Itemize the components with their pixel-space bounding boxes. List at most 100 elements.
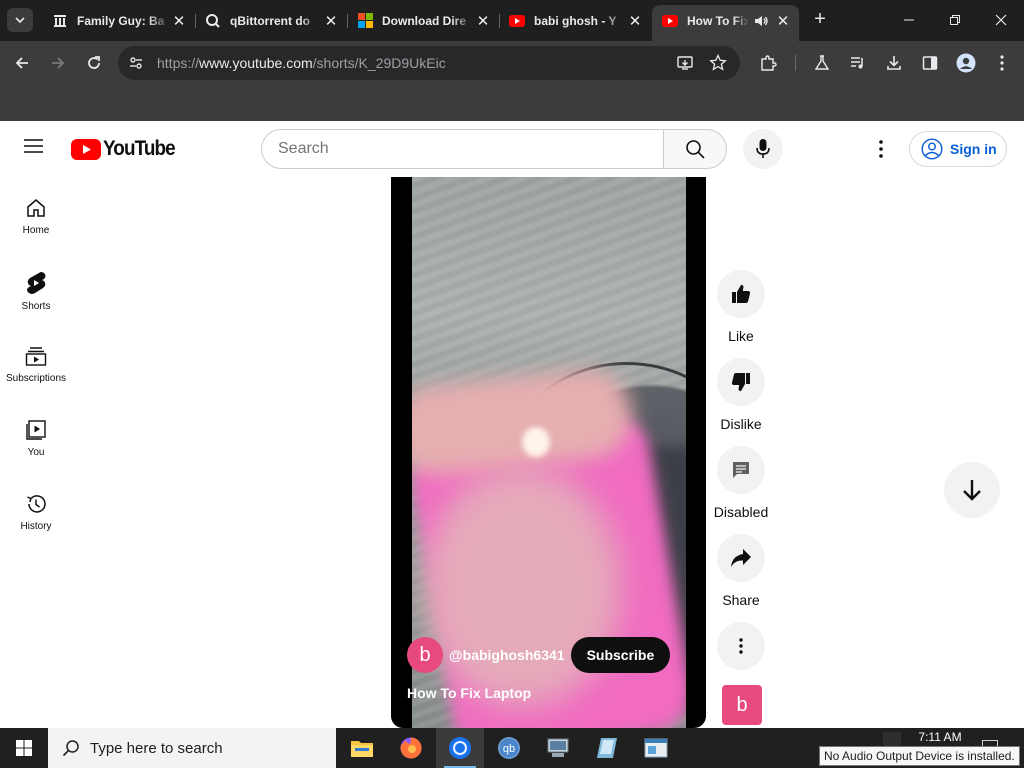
- labs-button[interactable]: [808, 49, 836, 77]
- flask-icon: [814, 55, 830, 70]
- share-button[interactable]: [717, 534, 765, 582]
- sidebar-item-label: Home: [22, 225, 50, 236]
- like-action: Like: [711, 270, 771, 344]
- speaker-icon[interactable]: [753, 13, 769, 29]
- channel-avatar[interactable]: b: [407, 637, 443, 673]
- extensions-button[interactable]: [754, 49, 782, 77]
- history-icon: [27, 495, 46, 513]
- share-action: Share: [711, 534, 771, 608]
- youtube-logo[interactable]: YouTube: [71, 137, 183, 161]
- taskbar-firefox[interactable]: [387, 728, 435, 768]
- arrow-right-icon: [52, 57, 65, 69]
- computer-icon: [547, 738, 569, 757]
- chevron-down-icon: [15, 17, 25, 24]
- search-icon: [62, 740, 79, 757]
- firefox-icon: [400, 737, 422, 759]
- sidebar-item-history[interactable]: History: [0, 473, 72, 547]
- media-controls-button[interactable]: [844, 49, 872, 77]
- new-tab-button[interactable]: +: [809, 8, 831, 32]
- side-panel-button[interactable]: [916, 49, 944, 77]
- system-clock[interactable]: 7:11 AM: [905, 730, 975, 744]
- youtube-icon: [662, 13, 678, 29]
- search-input[interactable]: [278, 138, 648, 160]
- archive-icon: [52, 13, 68, 29]
- sidebar-item-you[interactable]: You: [0, 399, 72, 473]
- url-path: /shorts/K_29D9UkEic: [312, 55, 446, 71]
- minimize-button[interactable]: [886, 0, 932, 40]
- close-icon[interactable]: ✕: [475, 12, 491, 30]
- search-box[interactable]: [261, 129, 664, 169]
- playlist-icon: [851, 57, 863, 69]
- taskbar-file-explorer[interactable]: [338, 728, 386, 768]
- voice-search-button[interactable]: [743, 129, 783, 169]
- tab-qbittorrent[interactable]: qBittorrent do ✕: [195, 6, 348, 35]
- settings-menu-button[interactable]: [866, 134, 896, 164]
- sidebar-item-label: You: [27, 447, 45, 458]
- back-button[interactable]: [8, 49, 36, 77]
- address-bar[interactable]: https://www.youtube.com/shorts/K_29D9UkE…: [118, 46, 740, 80]
- browser-menu-button[interactable]: [988, 49, 1016, 77]
- close-icon[interactable]: ✕: [323, 12, 339, 30]
- taskbar-qbittorrent[interactable]: qb: [485, 728, 533, 768]
- restore-icon: [950, 15, 960, 25]
- next-video-button[interactable]: [944, 462, 1000, 518]
- profile-button[interactable]: [952, 49, 980, 77]
- sidebar-item-shorts[interactable]: Shorts: [0, 251, 72, 325]
- close-icon[interactable]: ✕: [171, 12, 187, 30]
- subscribe-button[interactable]: Subscribe: [570, 637, 671, 673]
- install-app-icon[interactable]: [676, 54, 694, 77]
- site-settings-icon[interactable]: [128, 55, 144, 76]
- close-icon[interactable]: ✕: [775, 12, 791, 30]
- svg-text:qb: qb: [503, 743, 515, 755]
- search-button[interactable]: [663, 129, 727, 169]
- you-icon: [26, 420, 46, 440]
- youtube-header: YouTube Sign in: [0, 121, 1024, 177]
- taskbar-search-placeholder: Type here to search: [90, 739, 223, 757]
- forward-button[interactable]: [44, 49, 72, 77]
- url-text[interactable]: https://www.youtube.com/shorts/K_29D9UkE…: [157, 55, 446, 71]
- thumbs-down-icon: [731, 373, 750, 392]
- sidebar-item-home[interactable]: Home: [0, 177, 72, 251]
- restore-button[interactable]: [932, 0, 978, 40]
- sidebar-item-subscriptions[interactable]: Subscriptions: [0, 325, 72, 399]
- home-icon: [27, 199, 45, 217]
- video-metadata: b @babighosh6341 Subscribe How To Fix La…: [407, 637, 697, 701]
- tab-title: qBittorrent do: [230, 13, 310, 28]
- reload-button[interactable]: [80, 49, 108, 77]
- sign-in-button[interactable]: Sign in: [909, 131, 1007, 167]
- url-host: www.youtube.com: [199, 55, 313, 71]
- channel-row: b @babighosh6341 Subscribe: [407, 637, 697, 673]
- reload-icon: [88, 56, 100, 69]
- tab-search-button[interactable]: [7, 8, 33, 32]
- comments-button[interactable]: [717, 446, 765, 494]
- close-window-button[interactable]: [978, 0, 1024, 40]
- taskbar-search[interactable]: Type here to search: [48, 728, 336, 768]
- taskbar-app-generic[interactable]: [583, 728, 631, 768]
- more-vertical-icon: [739, 638, 743, 654]
- close-icon[interactable]: ✕: [627, 12, 643, 30]
- channel-handle[interactable]: @babighosh6341: [449, 647, 565, 663]
- video-title[interactable]: How To Fix Laptop: [407, 685, 697, 701]
- dislike-button[interactable]: [717, 358, 765, 406]
- tab-family-guy[interactable]: Family Guy: Ba ✕: [42, 6, 196, 35]
- more-actions-button[interactable]: [717, 622, 765, 670]
- logo-text: YouTube: [103, 137, 176, 160]
- tab-babi-ghosh[interactable]: babi ghosh - Y ✕: [499, 6, 651, 35]
- start-button[interactable]: [0, 728, 48, 768]
- taskbar-chrome[interactable]: [436, 728, 484, 768]
- taskbar-network-app[interactable]: [534, 728, 582, 768]
- shorts-icon: [27, 272, 46, 294]
- channel-thumbnail[interactable]: b: [722, 685, 762, 725]
- tab-title: Download Dire: [382, 13, 467, 28]
- bookmark-star-icon[interactable]: [709, 53, 727, 77]
- like-button[interactable]: [717, 270, 765, 318]
- guide-menu-button[interactable]: [24, 138, 48, 160]
- subscriptions-icon: [25, 347, 47, 366]
- taskbar-window-app[interactable]: [632, 728, 680, 768]
- tab-how-to-fix[interactable]: How To Fix ✕: [652, 5, 799, 41]
- downloads-button[interactable]: [880, 49, 908, 77]
- shorts-player[interactable]: b @babighosh6341 Subscribe How To Fix La…: [391, 177, 706, 728]
- tab-download-direct[interactable]: Download Dire ✕: [347, 6, 500, 35]
- share-label: Share: [722, 592, 760, 608]
- app-icon: [597, 738, 617, 758]
